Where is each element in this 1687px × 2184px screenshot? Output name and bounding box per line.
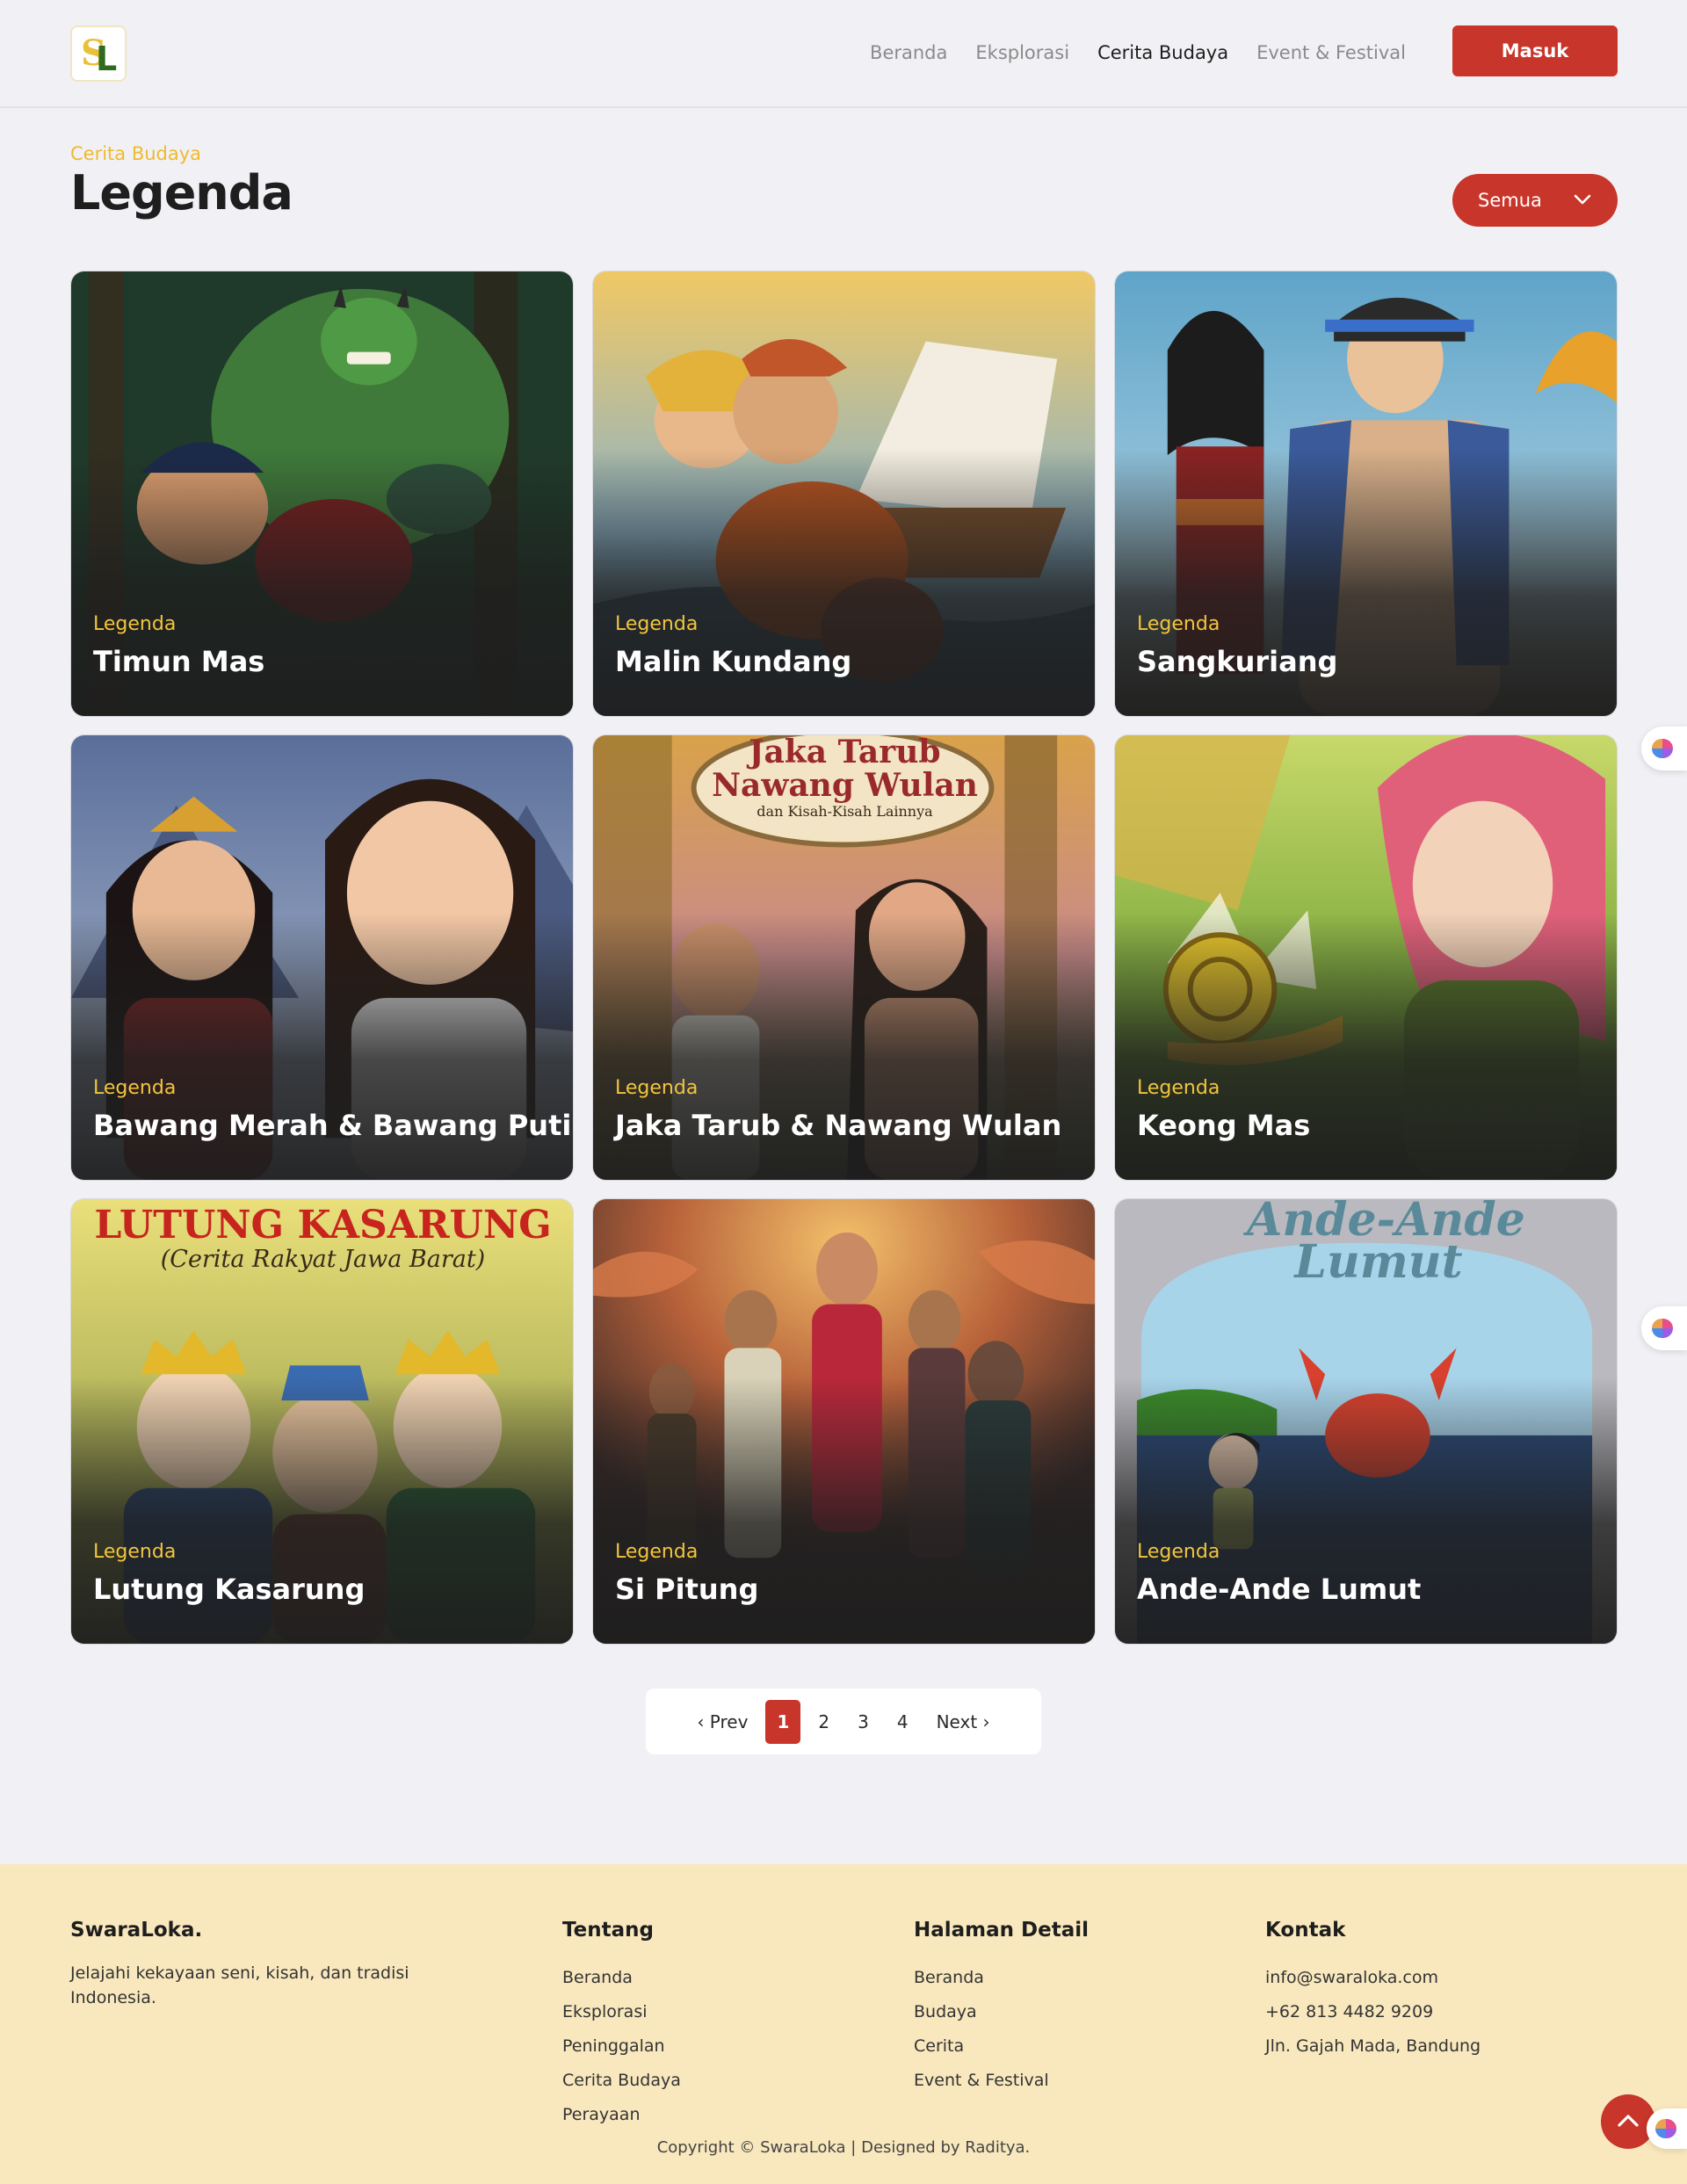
brain-icon bbox=[1652, 739, 1673, 758]
site-logo[interactable]: S L bbox=[70, 25, 127, 82]
card-category: Legenda bbox=[93, 1541, 177, 1563]
brain-icon bbox=[1652, 1319, 1673, 1338]
pagination-page-1[interactable]: 1 bbox=[765, 1699, 801, 1744]
card-title: Lutung Kasarung bbox=[93, 1573, 366, 1606]
story-card-bawang-merah-bawang-putih[interactable]: Legenda Bawang Merah & Bawang Putih bbox=[70, 734, 574, 1181]
footer-heading: Halaman Detail bbox=[914, 1919, 1090, 1942]
site-footer: SwaraLoka. Jelajahi kekayaan seni, kisah… bbox=[0, 1864, 1687, 2184]
banner-subline: dan Kisah-Kisah Lainnya bbox=[757, 803, 933, 820]
nav-eksplorasi[interactable]: Eksplorasi bbox=[975, 35, 1069, 70]
cover-title-banner: Ande-Ande Lumut bbox=[1247, 1199, 1525, 1289]
footer-link-budaya[interactable]: Budaya bbox=[914, 1995, 1089, 2029]
nav-event-festival[interactable]: Event & Festival bbox=[1256, 35, 1406, 70]
footer-link-cerita-budaya[interactable]: Cerita Budaya bbox=[562, 2064, 681, 2098]
pagination: ‹ Prev 1 2 3 4 Next › bbox=[646, 1689, 1041, 1754]
story-grid: Legenda Timun Mas Legenda Malin Kundang bbox=[70, 271, 1618, 1645]
chevron-down-icon bbox=[1574, 194, 1591, 205]
pagination-page-3[interactable]: 3 bbox=[847, 1700, 880, 1744]
card-category: Legenda bbox=[615, 1541, 699, 1563]
card-title: Timun Mas bbox=[93, 645, 265, 678]
nav-cerita-budaya[interactable]: Cerita Budaya bbox=[1097, 35, 1228, 70]
card-title: Si Pitung bbox=[615, 1573, 759, 1606]
card-category: Legenda bbox=[615, 1077, 699, 1099]
story-card-malin-kundang[interactable]: Legenda Malin Kundang bbox=[592, 271, 1096, 717]
filter-selected-value: Semua bbox=[1478, 190, 1542, 211]
footer-link-beranda[interactable]: Beranda bbox=[562, 1961, 681, 1995]
card-category: Legenda bbox=[1137, 1077, 1220, 1099]
footer-link-perayaan[interactable]: Perayaan bbox=[562, 2098, 681, 2132]
assistant-widget[interactable] bbox=[1647, 2108, 1687, 2149]
story-card-sangkuriang[interactable]: Legenda Sangkuriang bbox=[1114, 271, 1618, 717]
assistant-widget[interactable] bbox=[1641, 1306, 1687, 1350]
pagination-page-2[interactable]: 2 bbox=[807, 1700, 840, 1744]
footer-brand: SwaraLoka. bbox=[70, 1919, 203, 1942]
banner-subline: (Cerita Rakyat Jawa Barat) bbox=[160, 1246, 486, 1273]
chevron-up-icon bbox=[1618, 2114, 1639, 2127]
story-card-jaka-tarub-nawang-wulan[interactable]: Jaka Tarub Nawang Wulan dan Kisah-Kisah … bbox=[592, 734, 1096, 1181]
assistant-widget[interactable] bbox=[1641, 727, 1687, 770]
site-header: S L Beranda Eksplorasi Cerita Budaya Eve… bbox=[0, 0, 1687, 108]
card-category: Legenda bbox=[93, 613, 177, 635]
card-category: Legenda bbox=[1137, 1541, 1220, 1563]
footer-link-eksplorasi[interactable]: Eksplorasi bbox=[562, 1995, 681, 2029]
story-card-keong-mas[interactable]: Legenda Keong Mas bbox=[1114, 734, 1618, 1181]
banner-line: Jaka Tarub bbox=[749, 734, 941, 770]
footer-column-tentang: Tentang Beranda Eksplorasi Peninggalan C… bbox=[562, 1919, 681, 2132]
pagination-page-4[interactable]: 4 bbox=[887, 1700, 919, 1744]
footer-heading: Kontak bbox=[1265, 1919, 1346, 1942]
card-title: Keong Mas bbox=[1137, 1109, 1311, 1142]
footer-link-peninggalan[interactable]: Peninggalan bbox=[562, 2029, 681, 2064]
copyright-text: Copyright © SwaraLoka | Designed by Radi… bbox=[656, 2138, 1031, 2157]
cover-title-banner: Jaka Tarub Nawang Wulan dan Kisah-Kisah … bbox=[699, 735, 991, 821]
breadcrumb: Cerita Budaya bbox=[70, 143, 202, 164]
banner-line: LUTUNG KASARUNG bbox=[94, 1203, 552, 1247]
pagination-next[interactable]: Next › bbox=[926, 1700, 1001, 1744]
card-title: Bawang Merah & Bawang Putih bbox=[93, 1109, 574, 1142]
pagination-prev[interactable]: ‹ Prev bbox=[686, 1700, 758, 1744]
card-title: Ande-Ande Lumut bbox=[1137, 1573, 1422, 1606]
cover-title-banner: LUTUNG KASARUNG (Cerita Rakyat Jawa Bara… bbox=[71, 1203, 573, 1273]
story-card-si-pitung[interactable]: Legenda Si Pitung bbox=[592, 1198, 1096, 1645]
card-category: Legenda bbox=[93, 1077, 177, 1099]
footer-column-halaman-detail: Halaman Detail Beranda Budaya Cerita Eve… bbox=[914, 1919, 1089, 2098]
contact-phone[interactable]: +62 813 4482 9209 bbox=[1265, 1995, 1481, 2029]
logo-letter-l: L bbox=[96, 40, 118, 78]
contact-email[interactable]: info@swaraloka.com bbox=[1265, 1961, 1481, 1995]
page-title: Legenda bbox=[70, 165, 293, 221]
story-card-ande-ande-lumut[interactable]: Ande-Ande Lumut Legenda Ande-Ande Lumut bbox=[1114, 1198, 1618, 1645]
footer-column-kontak: Kontak info@swaraloka.com +62 813 4482 9… bbox=[1265, 1919, 1481, 2064]
nav-beranda[interactable]: Beranda bbox=[870, 35, 947, 70]
story-card-lutung-kasarung[interactable]: LUTUNG KASARUNG (Cerita Rakyat Jawa Bara… bbox=[70, 1198, 574, 1645]
banner-line: Nawang Wulan bbox=[712, 767, 978, 804]
card-title: Jaka Tarub & Nawang Wulan bbox=[615, 1109, 1062, 1142]
footer-heading: Tentang bbox=[562, 1919, 654, 1942]
contact-address: Jln. Gajah Mada, Bandung bbox=[1265, 2036, 1481, 2056]
footer-link-event-festival[interactable]: Event & Festival bbox=[914, 2064, 1089, 2098]
category-filter-dropdown[interactable]: Semua bbox=[1452, 174, 1618, 227]
story-card-timun-mas[interactable]: Legenda Timun Mas bbox=[70, 271, 574, 717]
main-nav: Beranda Eksplorasi Cerita Budaya Event &… bbox=[870, 35, 1406, 70]
footer-link-cerita[interactable]: Cerita bbox=[914, 2029, 1089, 2064]
banner-line: Lumut bbox=[1294, 1235, 1463, 1289]
card-title: Malin Kundang bbox=[615, 645, 852, 678]
card-category: Legenda bbox=[1137, 613, 1220, 635]
card-title: Sangkuriang bbox=[1137, 645, 1338, 678]
brain-icon bbox=[1655, 2119, 1676, 2138]
footer-description: Jelajahi kekayaan seni, kisah, dan tradi… bbox=[70, 1963, 409, 2007]
login-button[interactable]: Masuk bbox=[1452, 25, 1618, 76]
footer-link-beranda[interactable]: Beranda bbox=[914, 1961, 1089, 1995]
card-category: Legenda bbox=[615, 613, 699, 635]
